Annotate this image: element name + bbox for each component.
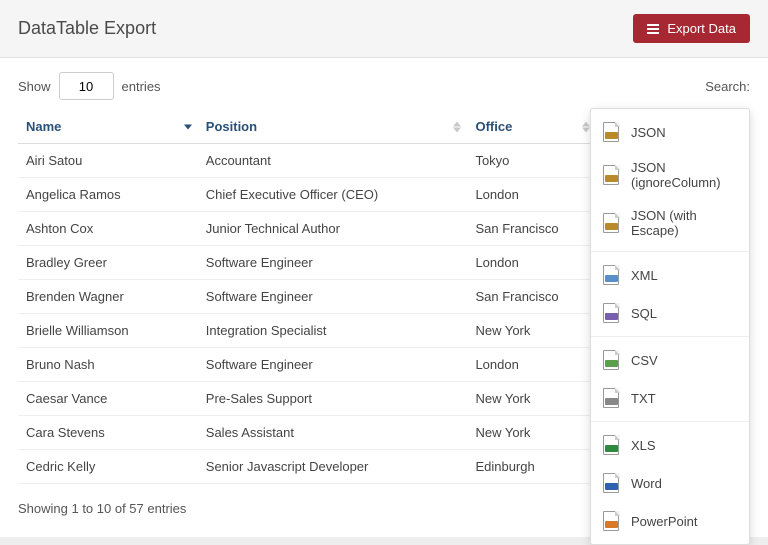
- table-cell-office: New York: [467, 416, 595, 450]
- table-cell-position: Sales Assistant: [198, 416, 468, 450]
- search-label: Search:: [705, 79, 750, 94]
- export-option-label: JSON (ignoreColumn): [631, 160, 737, 190]
- table-cell-position: Software Engineer: [198, 348, 468, 382]
- length-control: Show entries: [18, 72, 161, 100]
- csv-file-icon: [603, 350, 621, 370]
- export-option-json[interactable]: JSON (ignoreColumn): [591, 151, 749, 199]
- table-cell-position: Software Engineer: [198, 246, 468, 280]
- ppt-file-icon: [603, 511, 621, 531]
- table-cell-position: Pre-Sales Support: [198, 382, 468, 416]
- table-cell-name: Ashton Cox: [18, 212, 198, 246]
- export-option-label: TXT: [631, 391, 656, 406]
- export-option-csv[interactable]: CSV: [591, 341, 749, 379]
- table-cell-office: Edinburgh: [467, 450, 595, 484]
- table-cell-name: Brielle Williamson: [18, 314, 198, 348]
- table-cell-position: Chief Executive Officer (CEO): [198, 178, 468, 212]
- table-cell-name: Airi Satou: [18, 144, 198, 178]
- search-control: Search:: [705, 79, 750, 94]
- table-info-text: Showing 1 to 10 of 57 entries: [18, 501, 186, 516]
- table-cell-office: London: [467, 178, 595, 212]
- column-header-position[interactable]: Position: [198, 110, 468, 144]
- txt-file-icon: [603, 388, 621, 408]
- table-cell-office: New York: [467, 382, 595, 416]
- export-dropdown-group: CSV TXT: [591, 337, 749, 422]
- table-cell-position: Integration Specialist: [198, 314, 468, 348]
- export-option-label: XLS: [631, 438, 656, 453]
- table-cell-name: Cara Stevens: [18, 416, 198, 450]
- table-cell-name: Caesar Vance: [18, 382, 198, 416]
- table-cell-name: Bruno Nash: [18, 348, 198, 382]
- export-option-label: PowerPoint: [631, 514, 697, 529]
- table-cell-position: Accountant: [198, 144, 468, 178]
- panel-title: DataTable Export: [18, 18, 156, 39]
- table-cell-office: London: [467, 348, 595, 382]
- table-cell-name: Cedric Kelly: [18, 450, 198, 484]
- export-data-button[interactable]: Export Data: [633, 14, 750, 43]
- table-cell-name: Bradley Greer: [18, 246, 198, 280]
- table-cell-office: San Francisco: [467, 280, 595, 314]
- sort-icon: [453, 121, 461, 132]
- export-option-label: SQL: [631, 306, 657, 321]
- export-dropdown-group: JSON JSON (ignoreColumn) JSON (with Escape…: [591, 109, 749, 252]
- table-cell-office: London: [467, 246, 595, 280]
- json-file-icon: [603, 165, 621, 185]
- panel: DataTable Export Export Data Show entrie…: [0, 0, 768, 537]
- entries-label: entries: [122, 79, 161, 94]
- export-option-label: CSV: [631, 353, 658, 368]
- export-option-json[interactable]: JSON (with Escape): [591, 199, 749, 247]
- doc-file-icon: [603, 473, 621, 493]
- export-option-label: Word: [631, 476, 662, 491]
- export-dropdown-group: XLS Word PowerPoint: [591, 422, 749, 544]
- table-cell-position: Senior Javascript Developer: [198, 450, 468, 484]
- export-option-xml[interactable]: XML: [591, 256, 749, 294]
- panel-header: DataTable Export Export Data: [0, 0, 768, 58]
- table-cell-position: Junior Technical Author: [198, 212, 468, 246]
- export-option-label: JSON: [631, 125, 666, 140]
- column-header-name[interactable]: Name: [18, 110, 198, 144]
- sort-icon: [184, 124, 192, 129]
- sql-file-icon: [603, 303, 621, 323]
- table-cell-name: Brenden Wagner: [18, 280, 198, 314]
- export-option-xls[interactable]: XLS: [591, 426, 749, 464]
- xls-file-icon: [603, 435, 621, 455]
- table-controls-row: Show entries Search:: [18, 72, 750, 100]
- export-option-label: JSON (with Escape): [631, 208, 737, 238]
- export-dropdown: JSON JSON (ignoreColumn) JSON (with Escape…: [590, 108, 750, 545]
- xml-file-icon: [603, 265, 621, 285]
- export-option-sql[interactable]: SQL: [591, 294, 749, 332]
- export-option-ppt[interactable]: PowerPoint: [591, 502, 749, 540]
- show-label: Show: [18, 79, 51, 94]
- export-option-doc[interactable]: Word: [591, 464, 749, 502]
- page-length-input[interactable]: [59, 72, 114, 100]
- table-cell-office: New York: [467, 314, 595, 348]
- export-dropdown-group: XML SQL: [591, 252, 749, 337]
- sort-icon: [582, 121, 590, 132]
- export-option-json[interactable]: JSON: [591, 113, 749, 151]
- table-cell-name: Angelica Ramos: [18, 178, 198, 212]
- table-cell-office: Tokyo: [467, 144, 595, 178]
- table-cell-office: San Francisco: [467, 212, 595, 246]
- export-button-label: Export Data: [667, 21, 736, 36]
- panel-body: Show entries Search: Name Position: [0, 58, 768, 537]
- column-header-office[interactable]: Office: [467, 110, 595, 144]
- export-option-label: XML: [631, 268, 658, 283]
- json-file-icon: [603, 122, 621, 142]
- table-cell-position: Software Engineer: [198, 280, 468, 314]
- json-file-icon: [603, 213, 621, 233]
- menu-icon: [647, 24, 659, 34]
- export-option-txt[interactable]: TXT: [591, 379, 749, 417]
